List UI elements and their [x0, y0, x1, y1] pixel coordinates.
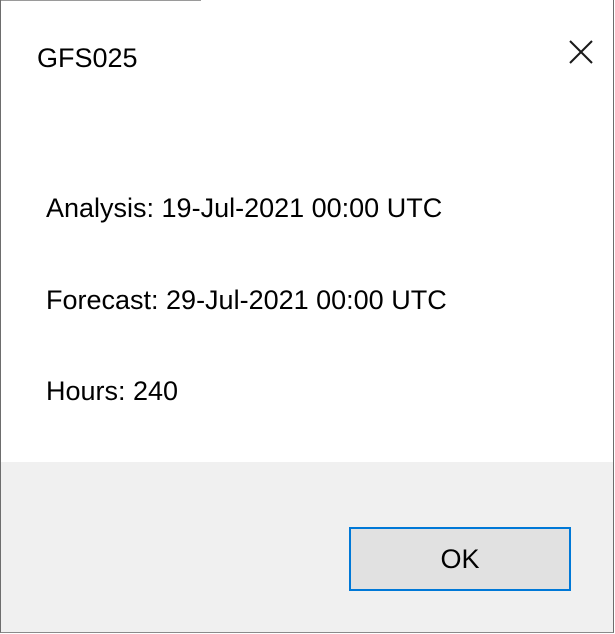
- analysis-text: Analysis: 19-Jul-2021 00:00 UTC: [46, 193, 443, 223]
- close-button[interactable]: [559, 30, 603, 74]
- dialog-titlebar: GFS025: [1, 0, 613, 112]
- dialog-message: Analysis: 19-Jul-2021 00:00 UTC Forecast…: [1, 112, 613, 462]
- hours-text: Hours: 240: [46, 376, 179, 406]
- forecast-text: Forecast: 29-Jul-2021 00:00 UTC: [46, 285, 447, 315]
- dialog-title: GFS025: [37, 43, 138, 73]
- dialog-footer: OK: [1, 462, 613, 632]
- message-dialog: GFS025 Analysis: 19-Jul-2021 00:00 UTC F…: [0, 0, 614, 633]
- close-icon: [569, 40, 593, 64]
- ok-button[interactable]: OK: [349, 527, 571, 591]
